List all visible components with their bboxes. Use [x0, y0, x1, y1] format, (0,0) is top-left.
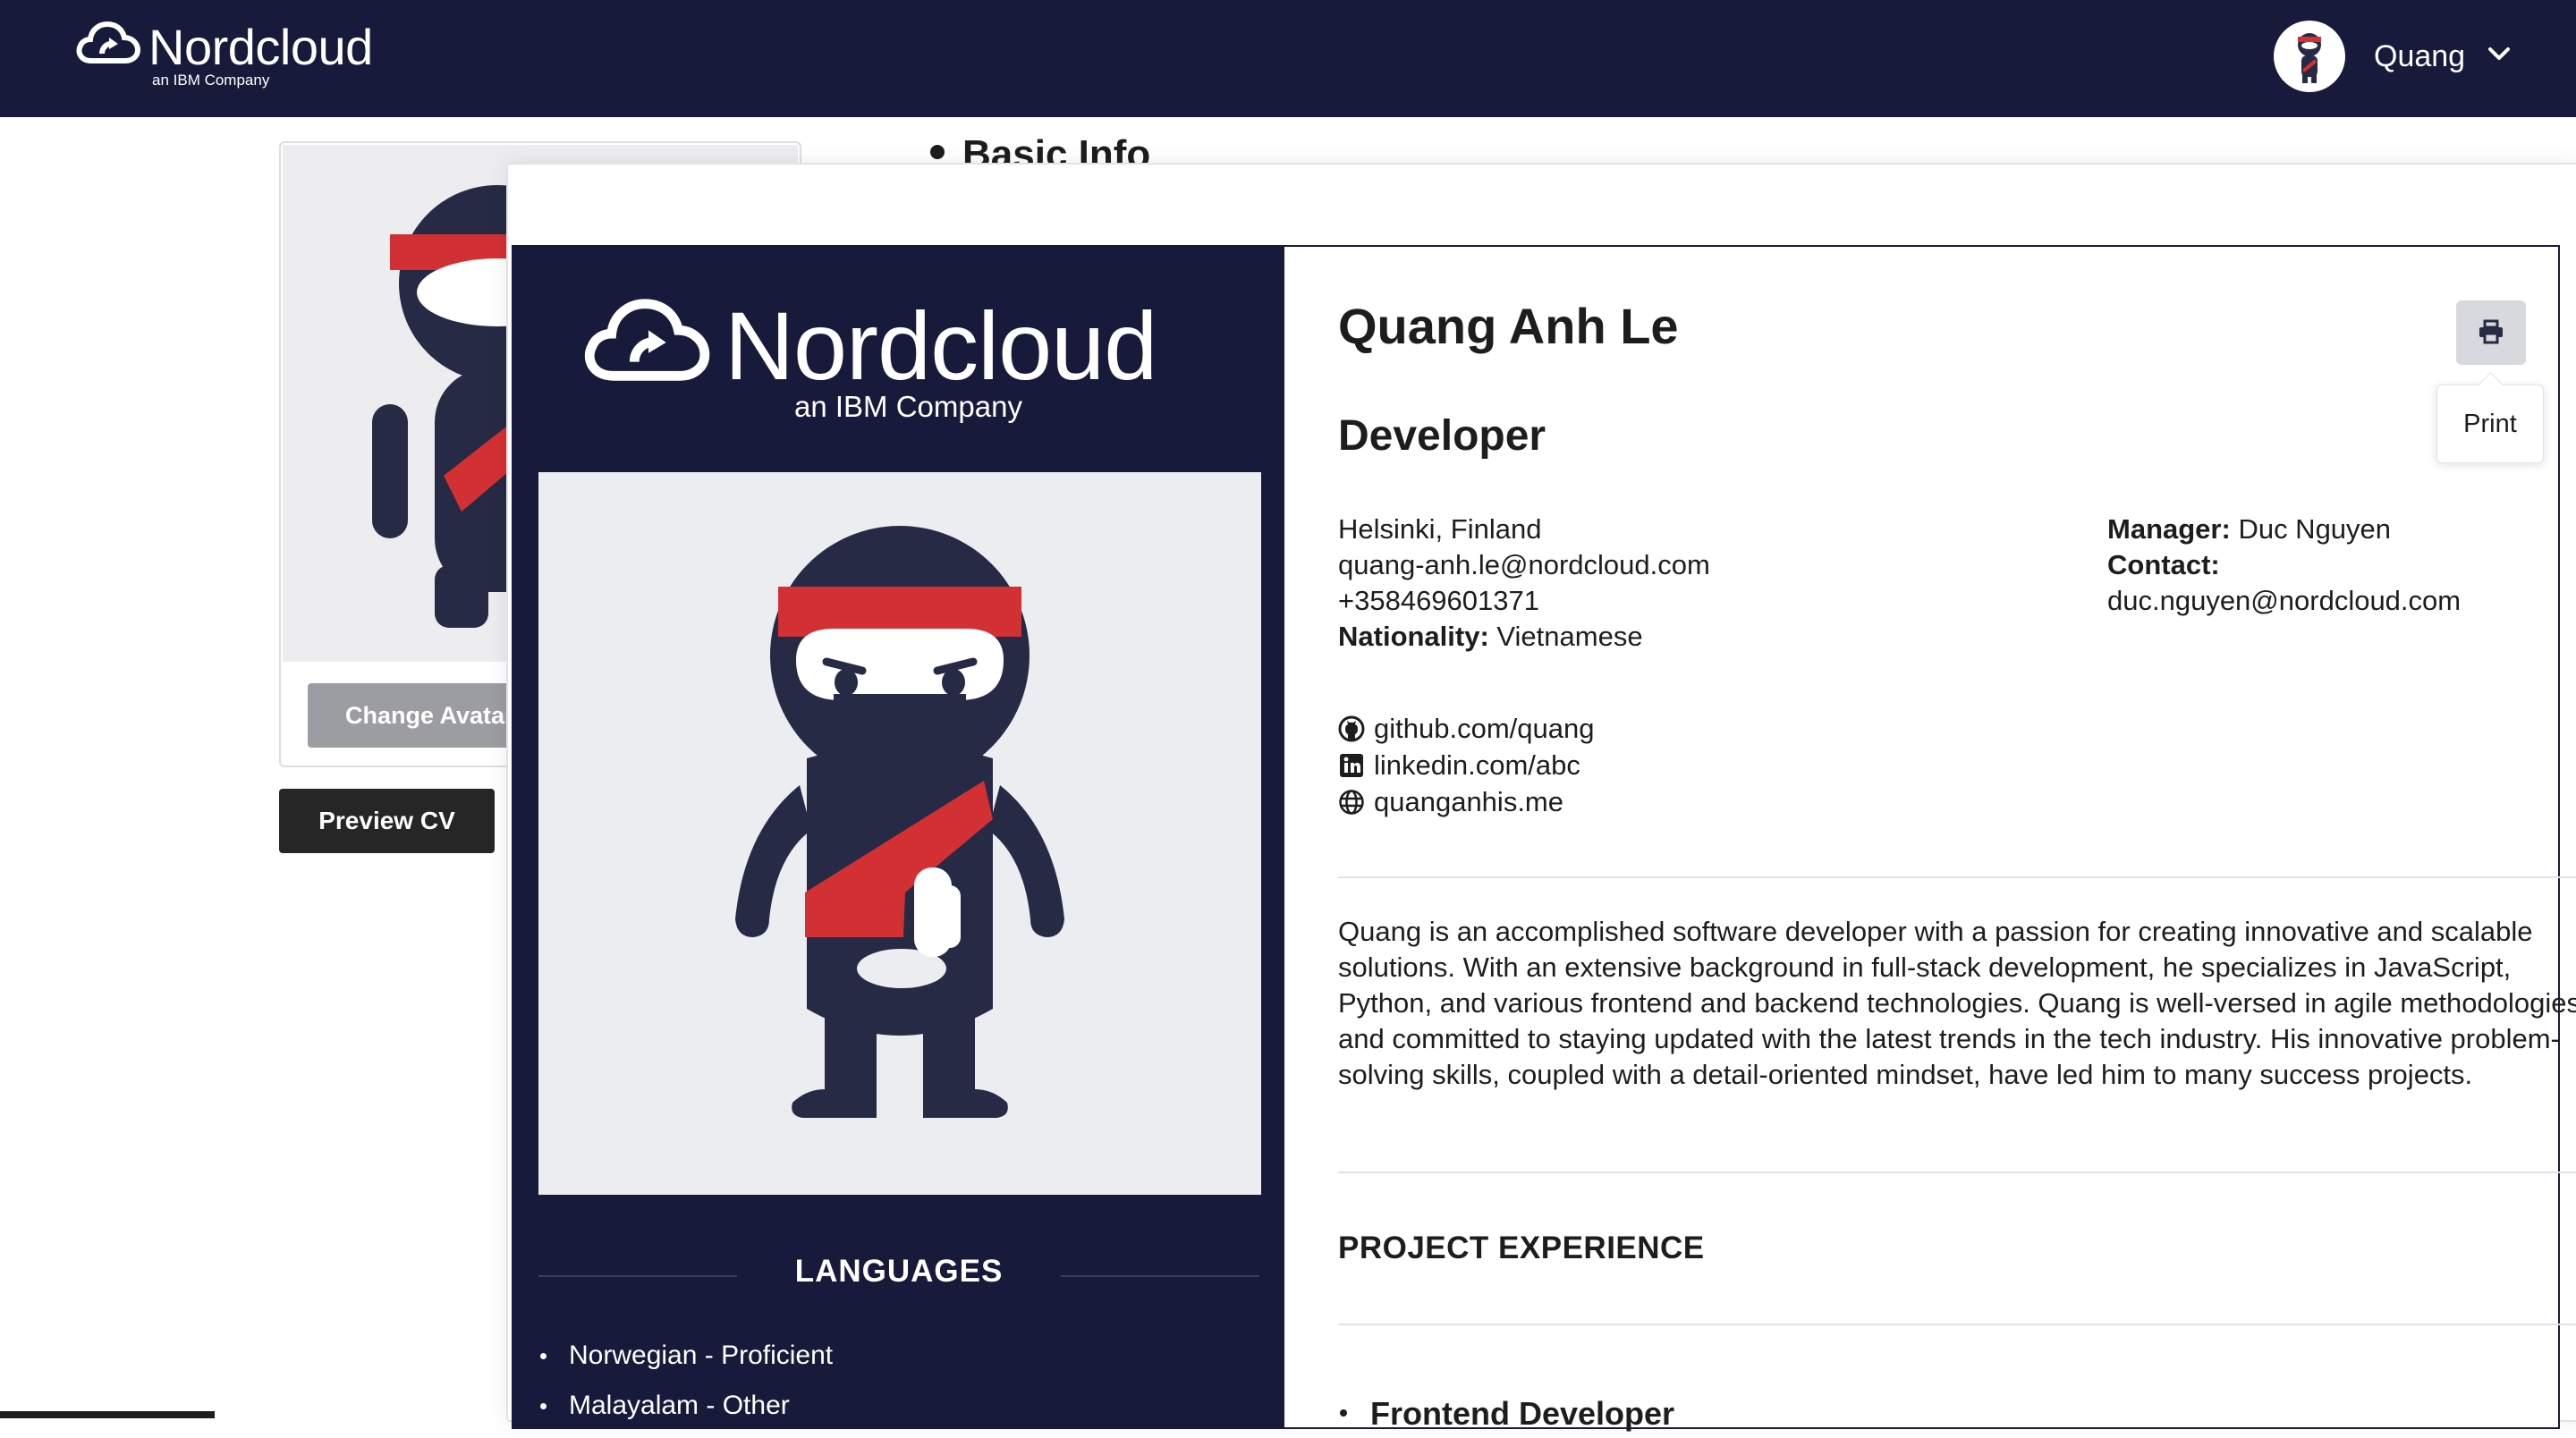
- github-text[interactable]: github.com/quang: [1374, 710, 1594, 747]
- contact-value: duc.nguyen@nordcloud.com: [2107, 585, 2462, 616]
- project-item: Frontend Developer: [1338, 1395, 1674, 1433]
- cloud-logo-icon: [76, 21, 141, 63]
- cloud-logo-icon: [584, 299, 710, 381]
- cv-photo: [538, 472, 1261, 1195]
- brand-subtitle: an IBM Company: [152, 72, 270, 89]
- manager-label: Manager:: [2107, 513, 2231, 545]
- divider-line: [1061, 1275, 1259, 1277]
- user-menu[interactable]: Quang: [2274, 18, 2524, 98]
- manager-value: Duc Nguyen: [2238, 513, 2392, 545]
- cv-document: Nordcloud an IBM Company LANGUAGES Norwe…: [512, 245, 2576, 1432]
- manager-row: Manager: Duc Nguyen: [2107, 512, 2461, 547]
- cv-full-name: Quang Anh Le: [1338, 298, 1679, 354]
- cv-role: Developer: [1338, 412, 1546, 460]
- profile-summary: Quang is an accomplished software develo…: [1338, 916, 2576, 1090]
- linkedin-link[interactable]: linkedin.com/abc: [1338, 747, 1594, 783]
- github-link[interactable]: github.com/quang: [1338, 710, 1594, 747]
- github-icon: [1338, 715, 1365, 741]
- nationality-value: Vietnamese: [1496, 621, 1643, 652]
- bottom-bar-fragment: [0, 1411, 215, 1418]
- user-avatar[interactable]: [2274, 21, 2345, 92]
- phone: +358469601371: [1338, 585, 1539, 616]
- brand-name: Nordcloud: [148, 19, 373, 75]
- language-item: Malayalam - Other: [538, 1388, 833, 1438]
- website-link[interactable]: quanganhis.me: [1338, 783, 1594, 820]
- user-name[interactable]: Quang: [2374, 39, 2465, 74]
- print-tooltip: Print: [2436, 385, 2544, 463]
- cv-logo-subtitle: an IBM Company: [794, 390, 1022, 423]
- cv-main: Quang Anh Le Developer Print Helsinki, F…: [1284, 247, 2576, 1432]
- chevron-down-icon[interactable]: [2487, 45, 2512, 63]
- brand-logo[interactable]: Nordcloud an IBM Company: [75, 18, 433, 97]
- nationality-label: Nationality:: [1338, 621, 1489, 652]
- languages-title: LANGUAGES: [794, 1254, 1004, 1289]
- divider-line: [1338, 1324, 2576, 1325]
- top-navbar: Nordcloud an IBM Company Quang: [0, 0, 2576, 117]
- divider-line: [1338, 1172, 2576, 1173]
- languages-list: Norwegian - Proficient Malayalam - Other: [538, 1338, 833, 1438]
- print-button[interactable]: [2456, 300, 2526, 365]
- cv-sidebar: Nordcloud an IBM Company LANGUAGES Norwe…: [513, 247, 1284, 1427]
- ninja-illustration: [735, 526, 1064, 1118]
- section-bullet: [930, 145, 945, 159]
- ninja-avatar-icon: [2298, 33, 2321, 83]
- cv-logo-name: Nordcloud: [724, 292, 1157, 400]
- website-text[interactable]: quanganhis.me: [1374, 783, 1563, 820]
- social-links: github.com/quang linkedin.com/abc quanga…: [1338, 710, 1594, 820]
- language-item: Norwegian - Proficient: [538, 1338, 833, 1388]
- location: Helsinki, Finland: [1338, 513, 1542, 545]
- linkedin-text[interactable]: linkedin.com/abc: [1374, 747, 1580, 783]
- divider-line: [538, 1275, 737, 1277]
- project-experience-title: PROJECT EXPERIENCE: [1338, 1231, 1705, 1265]
- contact-label: Contact:: [2107, 549, 2220, 580]
- manager-info: Manager: Duc Nguyen Contact: duc.nguyen@…: [2107, 512, 2461, 619]
- contact-info: Helsinki, Finland quang-anh.le@nordcloud…: [1338, 512, 1710, 655]
- cv-logo: Nordcloud an IBM Company: [581, 292, 1243, 444]
- preview-cv-button[interactable]: Preview CV: [279, 789, 495, 853]
- linkedin-icon: [1340, 753, 1363, 777]
- divider-line: [1338, 876, 2576, 878]
- cv-preview-modal: Nordcloud an IBM Company LANGUAGES Norwe…: [506, 163, 2576, 1432]
- nationality-row: Nationality: Vietnamese: [1338, 619, 1710, 655]
- printer-icon: [2479, 319, 2503, 343]
- email: quang-anh.le@nordcloud.com: [1338, 549, 1710, 580]
- globe-icon: [1339, 789, 1364, 815]
